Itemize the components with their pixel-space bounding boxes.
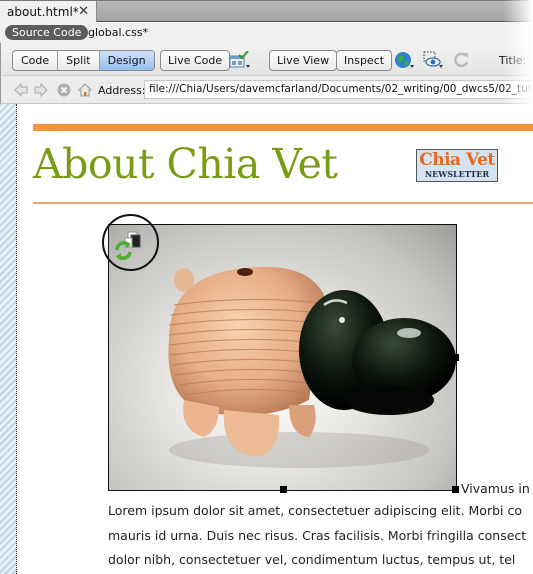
related-files-bar: Source Code global.css*	[0, 22, 533, 43]
document-toolbar: Code Split Design Live Code Live View In…	[0, 43, 533, 76]
resize-handle-corner[interactable]	[452, 486, 459, 493]
address-label: Address:	[98, 84, 146, 97]
forward-icon[interactable]	[34, 82, 48, 98]
inline-paragraph-text[interactable]: Vivamus in	[461, 481, 530, 496]
refresh-icon[interactable]	[453, 51, 475, 69]
newsletter-logo-title: Chia Vet	[419, 150, 495, 170]
preview-in-browser-icon[interactable]	[394, 51, 416, 69]
design-view-button[interactable]: Design	[99, 51, 154, 70]
code-view-button[interactable]: Code	[13, 51, 59, 70]
back-icon[interactable]	[14, 82, 28, 98]
browser-navigation-bar: Address: file:///Chia/Users/davemcfarlan…	[0, 76, 533, 104]
source-code-button[interactable]: Source Code	[5, 25, 89, 40]
stop-icon[interactable]	[57, 83, 71, 97]
chia-pet-illustration	[168, 266, 456, 468]
chia-pet-photo[interactable]	[108, 224, 457, 491]
live-view-button[interactable]: Live View	[269, 50, 338, 71]
inspect-button[interactable]: Inspect	[336, 50, 393, 71]
home-icon[interactable]	[77, 83, 93, 97]
page-margin-gutter	[0, 104, 17, 574]
newsletter-logo-subtitle: NEWSLETTER	[424, 169, 490, 179]
live-code-button[interactable]: Live Code	[160, 50, 231, 71]
smart-object-sync-icon[interactable]	[110, 228, 144, 262]
document-tab-bar: about.html* ✕	[0, 0, 533, 23]
paragraph-line-1[interactable]: Lorem ipsum dolor sit amet, consectetuer…	[108, 503, 522, 518]
tab-about-html[interactable]: about.html* ✕	[0, 1, 97, 23]
tab-label: about.html*	[7, 5, 79, 19]
resize-handle-right[interactable]	[452, 354, 459, 361]
newsletter-logo[interactable]: Chia Vet NEWSLETTER	[416, 149, 498, 182]
view-mode-switcher: Code Split Design	[12, 50, 155, 71]
related-file-global-css[interactable]: global.css*	[88, 25, 148, 40]
design-view-canvas[interactable]: About Chia Vet Chia Vet NEWSLETTER Vivam…	[0, 104, 533, 574]
paragraph-line-3[interactable]: dolor nibh, consectetuer vel, condimentu…	[108, 552, 515, 567]
paragraph-line-2[interactable]: mauris id urna. Duis nec risus. Cras fac…	[108, 528, 526, 543]
title-label: Title:	[499, 54, 527, 67]
header-orange-bar	[33, 124, 533, 131]
address-input[interactable]: file:///Chia/Users/davemcfarland/Documen…	[144, 80, 533, 99]
split-view-button[interactable]: Split	[58, 51, 100, 70]
heading-rule	[33, 202, 533, 204]
multiscreen-preview-icon[interactable]	[229, 50, 251, 69]
visual-aids-icon[interactable]	[422, 51, 444, 69]
page-heading[interactable]: About Chia Vet	[33, 140, 338, 188]
resize-handle-bottom[interactable]	[280, 486, 287, 493]
close-icon[interactable]: ✕	[78, 4, 89, 19]
